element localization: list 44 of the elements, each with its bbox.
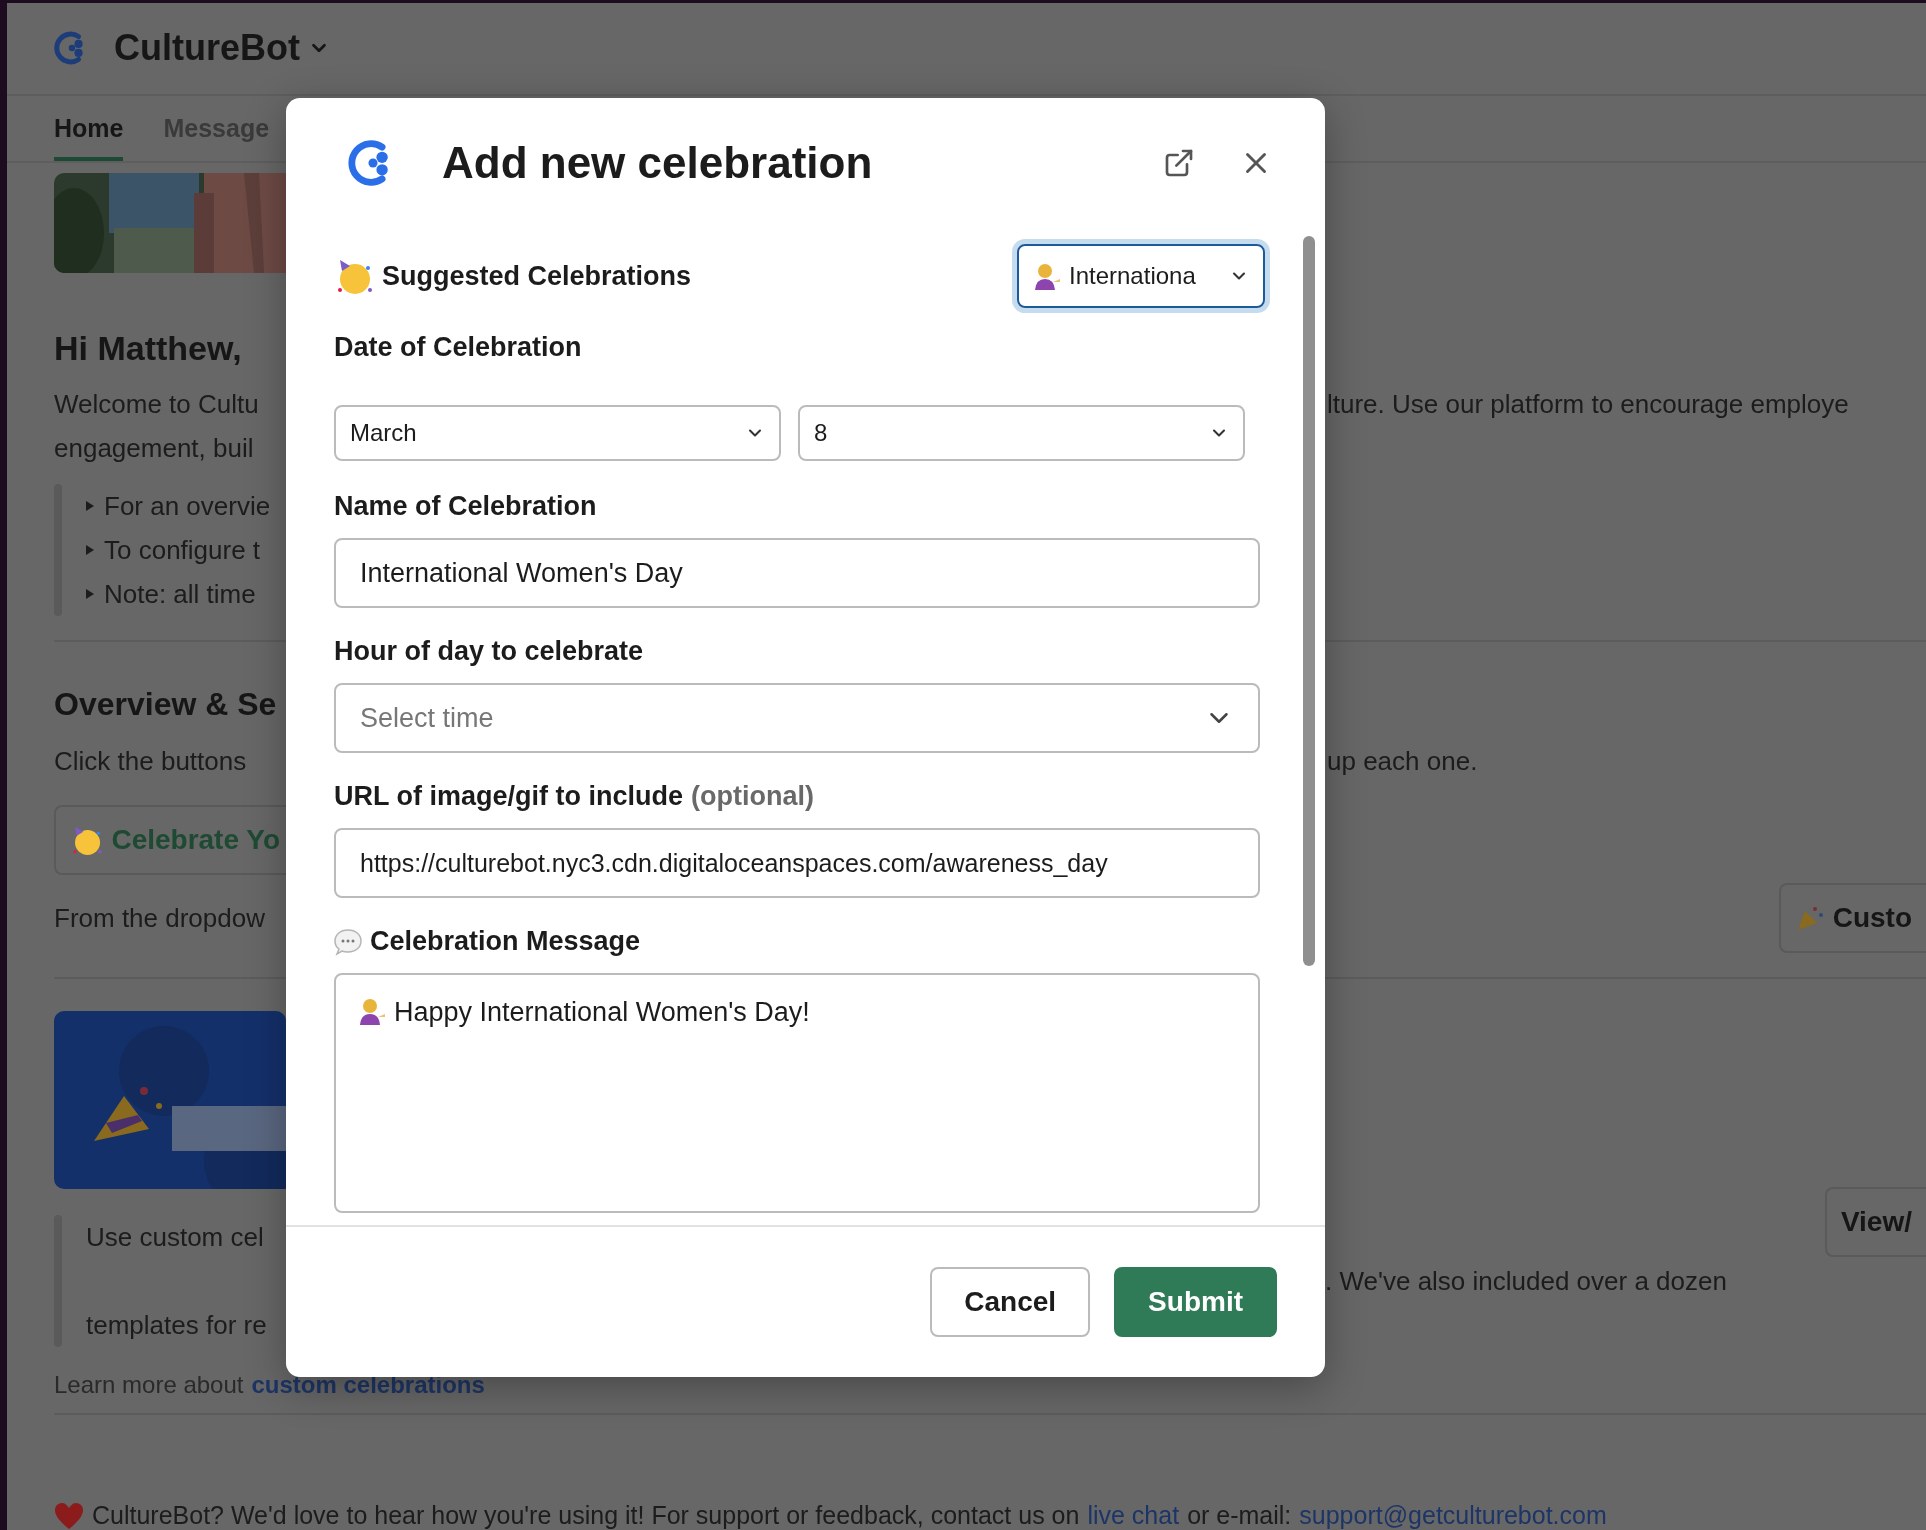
section-heading: Overview & Se	[54, 686, 278, 723]
body-text: Learn more about	[54, 1371, 244, 1399]
time-select[interactable]: Select time	[334, 683, 1260, 753]
scrollbar[interactable]	[1303, 236, 1315, 966]
body-text: up each one.	[1326, 745, 1478, 778]
field-label: Name of Celebration	[334, 491, 597, 522]
bullet-text: To configure t	[104, 534, 261, 567]
body-text: . We've also included over a dozen	[1325, 1265, 1727, 1298]
input-field[interactable]: https://culturebot.nyc3.cdn.digitaloceanspaces.com/awareness_day	[334, 828, 1260, 898]
footer-text: CultureBot? We'd love to hear how you're using it! For support or feedback, contact us on	[92, 1501, 1080, 1530]
field-label: Hour of day to celebrate	[334, 636, 644, 667]
bullet-text: For an overvie	[104, 490, 271, 523]
input-field[interactable]: International Women's Day	[334, 538, 1260, 608]
field-label: URL of image/gif to include (optional)	[334, 781, 814, 812]
heart-icon	[54, 1501, 84, 1530]
cancel-button[interactable]: Cancel	[930, 1267, 1091, 1337]
bullet-icon	[86, 545, 94, 555]
body-text: Click the buttons	[54, 745, 247, 778]
person-icon	[358, 997, 386, 1025]
field-label: Suggested Celebrations	[382, 260, 692, 292]
app-title: CultureBot	[114, 27, 300, 70]
body-text: engagement, buil	[54, 432, 254, 465]
field-label: Date of Celebration	[334, 332, 582, 363]
body-text: Welcome to Cultu	[54, 388, 259, 421]
body-text: Use custom cel	[86, 1221, 264, 1254]
body-text: templates for re	[86, 1309, 267, 1342]
day-select[interactable]: 8	[798, 405, 1245, 461]
field-label: Celebration Message	[370, 926, 641, 957]
message-field[interactable]: Happy International Women's Day!	[334, 973, 1260, 1213]
submit-button[interactable]: Submit	[1114, 1267, 1277, 1337]
footer-text: or e-mail:	[1187, 1501, 1292, 1530]
bullet-icon	[86, 501, 94, 511]
tab[interactable]: Home	[54, 114, 124, 161]
month-select[interactable]: March	[334, 405, 781, 461]
body-text: lture. Use our platform to encourage employe	[1326, 388, 1849, 421]
speech-bubble-icon	[334, 927, 362, 956]
view-button[interactable]: View/	[1824, 1187, 1926, 1257]
greeting-heading: Hi Matthew,	[54, 329, 243, 368]
dialog-title: Add new celebration	[442, 138, 874, 188]
custom-button[interactable]: Custo	[1778, 883, 1926, 953]
bullet-text: Note: all time	[104, 578, 256, 611]
person-icon	[1033, 262, 1061, 290]
bullet-icon	[86, 589, 94, 599]
body-text: From the dropdow	[54, 902, 265, 935]
